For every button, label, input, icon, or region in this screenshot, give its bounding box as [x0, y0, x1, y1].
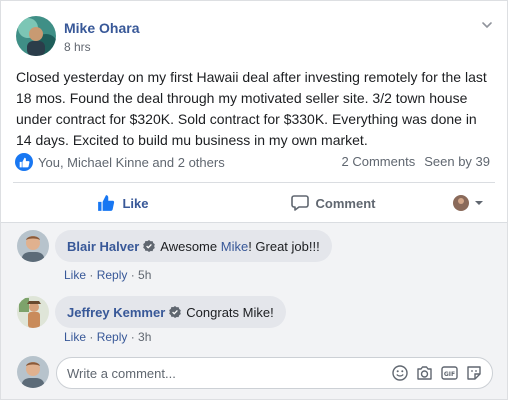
meta-separator: ·	[127, 330, 139, 344]
commenter-name[interactable]: Jeffrey Kemmer	[67, 305, 165, 320]
meta-separator: ·	[127, 268, 139, 282]
current-user-avatar[interactable]	[17, 356, 49, 388]
commenter-name[interactable]: Blair Halver	[67, 239, 139, 254]
comment-icon	[290, 194, 309, 212]
comment-reply-link[interactable]: Reply	[97, 268, 128, 282]
comment-bubble: Jeffrey Kemmer Congrats Mike!	[55, 296, 286, 328]
gif-icon[interactable]: GIF	[441, 365, 458, 381]
comment-meta: Like · Reply · 3h	[64, 330, 151, 344]
sticker-icon[interactable]	[466, 365, 482, 381]
verified-badge-icon	[169, 306, 182, 318]
comment-bubble: Blair Halver Awesome Mike ! Great job!!!	[55, 230, 332, 262]
emoji-icon[interactable]	[392, 365, 408, 381]
comment-time[interactable]: 5h	[138, 268, 151, 282]
comments-count[interactable]: 2 Comments	[342, 154, 416, 169]
comment-like-link[interactable]: Like	[64, 268, 86, 282]
verified-badge-icon	[143, 240, 156, 252]
thumbs-up-icon	[97, 194, 115, 212]
comment-button[interactable]: Comment	[233, 187, 433, 219]
comment-like-link[interactable]: Like	[64, 330, 86, 344]
comment-meta: Like · Reply · 5h	[64, 268, 151, 282]
svg-text:GIF: GIF	[444, 371, 455, 378]
comment-time[interactable]: 3h	[138, 330, 151, 344]
post-text: Closed yesterday on my first Hawaii deal…	[16, 69, 487, 148]
comment-text-end: ! Great job!!!	[248, 238, 320, 254]
comment-reply-link[interactable]: Reply	[97, 330, 128, 344]
divider	[13, 182, 495, 183]
comment-mention[interactable]: Mike	[221, 239, 248, 254]
composer-tools: GIF	[392, 365, 482, 381]
comment-text: Congrats Mike!	[186, 304, 274, 320]
avatar-dropdown-icon	[453, 195, 483, 211]
reactors-text[interactable]: You, Michael Kinne and 2 others	[38, 155, 225, 170]
like-button[interactable]: Like	[13, 187, 233, 219]
comment-input[interactable]	[67, 365, 392, 381]
meta-separator: ·	[86, 330, 97, 344]
reactions-summary[interactable]: You, Michael Kinne and 2 others	[15, 152, 225, 172]
author-avatar[interactable]	[16, 16, 56, 56]
comment-label: Comment	[315, 195, 376, 211]
meta-separator: ·	[86, 268, 97, 282]
post-as-selector[interactable]	[445, 187, 495, 219]
commenter-avatar[interactable]	[17, 230, 49, 262]
like-label: Like	[122, 195, 149, 211]
post-counts: 2 Comments Seen by 39	[342, 154, 490, 169]
camera-icon[interactable]	[416, 365, 433, 381]
action-bar: Like Comment	[13, 185, 495, 221]
like-badge-icon	[15, 153, 33, 171]
post-timestamp[interactable]: 8 hrs	[64, 40, 91, 54]
comment-text: Awesome	[160, 238, 221, 254]
seen-by-count[interactable]: Seen by 39	[424, 154, 490, 169]
chevron-down-icon[interactable]	[479, 17, 495, 33]
author-name[interactable]: Mike Ohara	[64, 20, 139, 36]
commenter-avatar[interactable]	[17, 296, 49, 328]
comment-composer[interactable]: GIF	[56, 357, 493, 389]
post-card: Mike Ohara 8 hrs Closed yesterday on my …	[0, 0, 508, 400]
